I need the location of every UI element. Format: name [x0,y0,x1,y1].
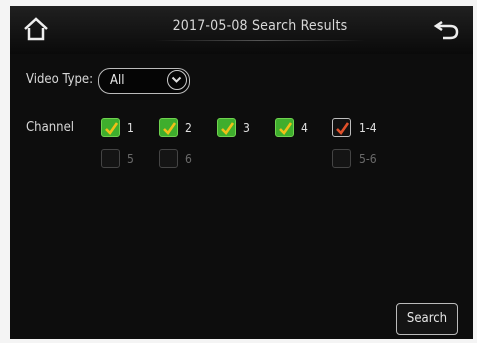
channel-5-6-group-checkbox[interactable] [332,149,351,168]
title-underline [155,40,365,41]
channel-2-checkbox[interactable] [159,118,178,137]
channel-4-label: 4 [301,121,308,135]
home-icon[interactable] [22,16,50,42]
chevron-down-icon[interactable] [167,70,187,90]
channel-2-label: 2 [185,121,192,135]
video-type-label: Video Type: [26,72,94,87]
video-type-dropdown[interactable]: All [98,68,190,94]
channel-1-4-group-checkbox[interactable] [332,118,351,137]
page-title: 2017-05-08 Search Results [172,18,348,34]
channel-4-checkbox[interactable] [275,118,294,137]
back-arrow-icon[interactable] [433,16,461,42]
channel-5-label: 5 [127,152,134,166]
search-button[interactable]: Search [396,303,458,335]
channel-1-checkbox[interactable] [101,118,120,137]
channel-1-4-label: 1-4 [359,121,377,135]
channel-3-label: 3 [243,121,250,135]
channel-5-6-label: 5-6 [359,152,377,166]
channel-5-checkbox[interactable] [101,149,120,168]
channel-label: Channel [26,120,75,135]
channel-6-checkbox[interactable] [159,149,178,168]
channel-3-checkbox[interactable] [217,118,236,137]
video-type-value: All [110,73,125,88]
dvr-screen: 2017-05-08 Search Results Video Type: Al… [10,6,473,339]
channel-6-label: 6 [185,152,192,166]
channel-1-label: 1 [127,121,134,135]
top-bar: 2017-05-08 Search Results [10,6,473,54]
